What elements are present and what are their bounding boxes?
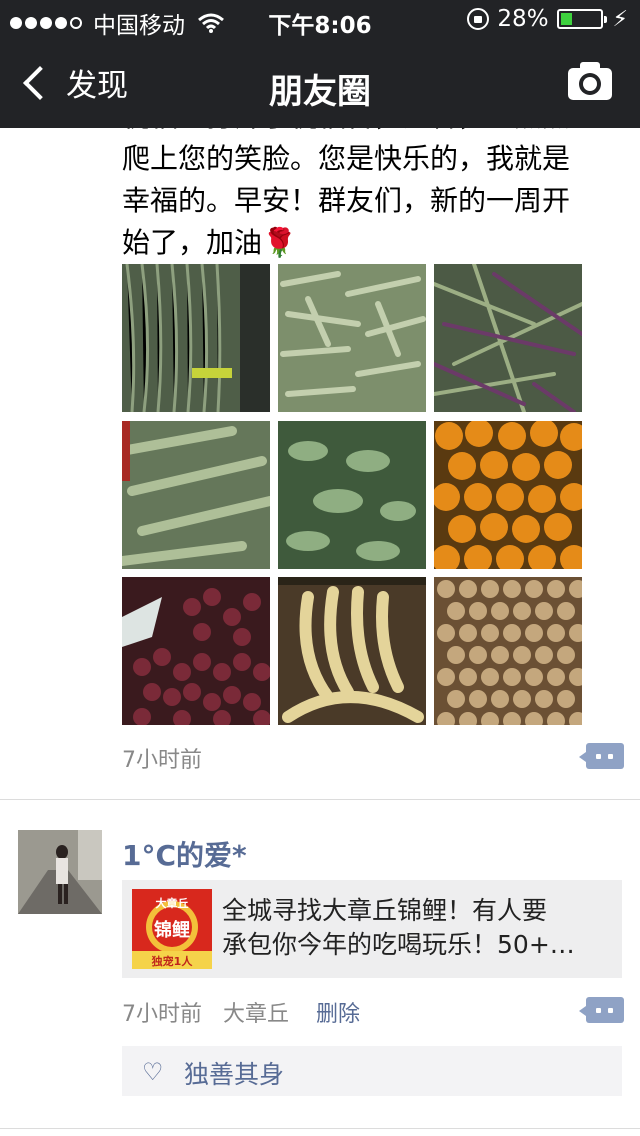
status-bar: 中国移动 下午8:06 28% ⚡	[0, 0, 640, 40]
status-right: 28% ⚡	[467, 6, 628, 32]
post-time: 7小时前	[122, 1002, 202, 1027]
comment-dot	[596, 754, 601, 759]
photo-thumbnail[interactable]	[122, 577, 270, 725]
likes-bar: ♡ 独善其身	[122, 1046, 622, 1096]
shared-link-card[interactable]: 大章丘 锦鲤 独宠1人 全城寻找大章丘锦鲤！有人要 承包你今年的吃喝玩乐！50+…	[122, 880, 622, 978]
shared-link-thumbnail: 大章丘 锦鲤 独宠1人	[132, 889, 212, 969]
like-user-name[interactable]: 独善其身	[184, 1055, 284, 1091]
post-text-line: 幸福的。早安！群友们，新的一周开	[122, 184, 571, 217]
post-text-line: 始了，加油🌹	[122, 226, 297, 259]
post-time: 7小时前	[122, 748, 202, 773]
nav-bar: 发现 朋友圈	[0, 40, 640, 128]
post-divider	[0, 799, 640, 800]
avatar[interactable]	[18, 830, 102, 914]
comment-button[interactable]	[579, 743, 624, 769]
delete-link[interactable]: 删除	[316, 1002, 360, 1027]
comment-dot	[596, 1008, 601, 1013]
shared-link-title: 全城寻找大章丘锦鲤！有人要 承包你今年的吃喝玩乐！50+…	[222, 894, 612, 962]
thumb-main-label: 锦鲤	[154, 920, 190, 941]
thumb-bottom-label: 独宠1人	[151, 955, 193, 968]
camera-icon[interactable]	[568, 62, 612, 100]
photo-thumbnail[interactable]	[122, 421, 270, 569]
photo-thumbnail[interactable]	[278, 577, 426, 725]
photo-thumbnail[interactable]	[122, 264, 270, 412]
photo-grid	[122, 264, 582, 726]
photo-thumbnail[interactable]	[434, 577, 582, 725]
page-title: 朋友圈	[269, 72, 371, 112]
thumb-top-label: 大章丘	[155, 897, 189, 910]
battery-fill	[560, 13, 572, 25]
post-location: 大章丘	[223, 1002, 290, 1027]
battery-percent: 28%	[497, 6, 549, 32]
header: 中国移动 下午8:06 28% ⚡ 发现 朋友圈	[0, 0, 640, 128]
post-meta: 7小时前 大章丘 删除	[122, 996, 360, 1028]
post-text-line: 爬上您的笑脸。您是快乐的，我就是	[122, 142, 571, 175]
shared-link-line: 承包你今年的吃喝玩乐！50+…	[222, 930, 575, 959]
user-name[interactable]: 1°C的爱*	[122, 834, 247, 874]
post-divider	[0, 1128, 640, 1129]
comment-dot	[608, 754, 613, 759]
shared-link-line: 全城寻找大章丘锦鲤！有人要	[222, 896, 548, 925]
comment-button[interactable]	[579, 997, 624, 1023]
photo-thumbnail[interactable]	[278, 421, 426, 569]
comment-dot	[608, 1008, 613, 1013]
rotation-lock-icon	[467, 8, 490, 30]
photo-thumbnail[interactable]	[434, 421, 582, 569]
photo-thumbnail[interactable]	[278, 264, 426, 412]
photo-thumbnail[interactable]	[434, 264, 582, 412]
charging-bolt-icon: ⚡	[612, 6, 628, 32]
heart-icon: ♡	[142, 1058, 164, 1086]
battery-icon	[556, 9, 607, 29]
